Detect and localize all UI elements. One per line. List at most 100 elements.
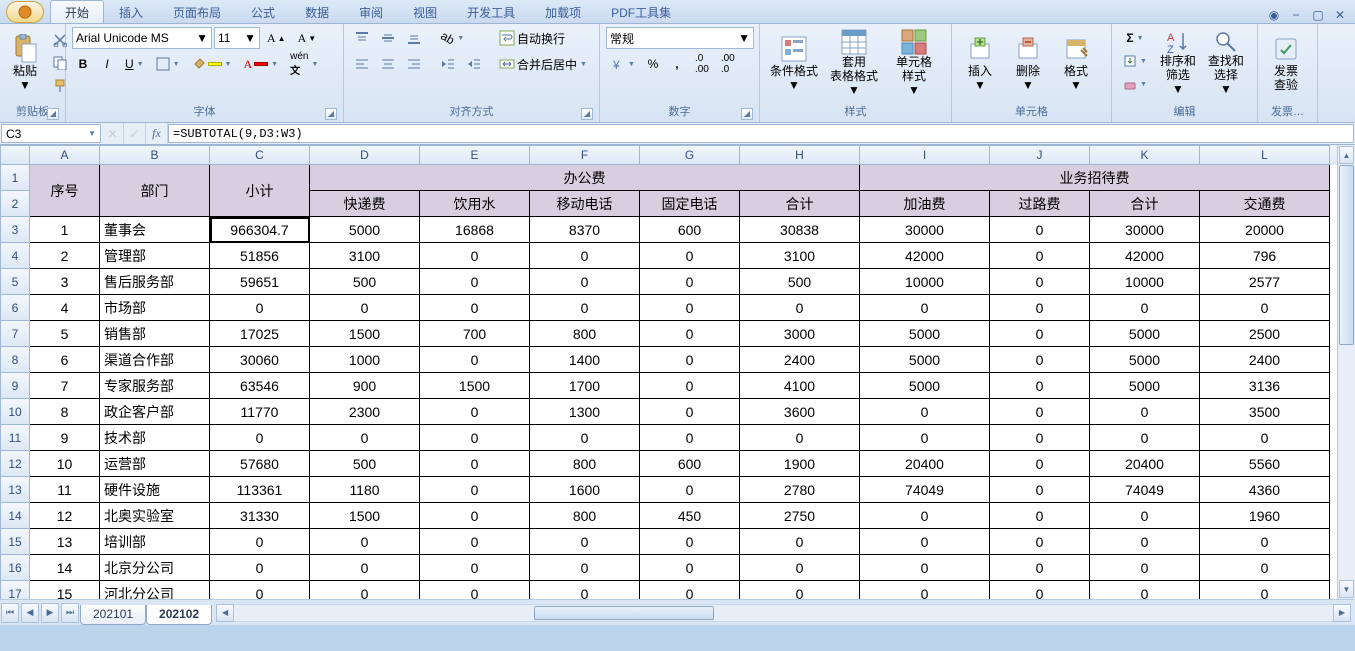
header-C[interactable]: 小计	[210, 165, 310, 217]
cell-K11[interactable]: 0	[1090, 425, 1200, 451]
cell-B9[interactable]: 专家服务部	[100, 373, 210, 399]
cell-H16[interactable]: 0	[740, 555, 860, 581]
cell-F7[interactable]: 800	[530, 321, 640, 347]
cell-E5[interactable]: 0	[420, 269, 530, 295]
cell-C5[interactable]: 59651	[210, 269, 310, 295]
menu-tab-6[interactable]: 视图	[398, 0, 452, 23]
fx-button[interactable]: fx	[146, 123, 168, 144]
cell-A5[interactable]: 3	[30, 269, 100, 295]
cell-D11[interactable]: 0	[310, 425, 420, 451]
header-G[interactable]: 固定电话	[640, 191, 740, 217]
cell-C13[interactable]: 113361	[210, 477, 310, 503]
menu-tab-7[interactable]: 开发工具	[452, 0, 530, 23]
cell-G14[interactable]: 450	[640, 503, 740, 529]
cell-K13[interactable]: 74049	[1090, 477, 1200, 503]
cell-K8[interactable]: 5000	[1090, 347, 1200, 373]
cell-G16[interactable]: 0	[640, 555, 740, 581]
cell-B17[interactable]: 河北分公司	[100, 581, 210, 599]
row-header-9[interactable]: 9	[0, 373, 30, 399]
cell-C17[interactable]: 0	[210, 581, 310, 599]
cell-E13[interactable]: 0	[420, 477, 530, 503]
office-button[interactable]	[6, 1, 44, 23]
row-header-7[interactable]: 7	[0, 321, 30, 347]
cell-D17[interactable]: 0	[310, 581, 420, 599]
cell-I16[interactable]: 0	[860, 555, 990, 581]
hscroll-thumb[interactable]	[534, 606, 714, 620]
header-entertain[interactable]: 业务招待费	[860, 165, 1330, 191]
col-header-H[interactable]: H	[740, 145, 860, 165]
cell-G17[interactable]: 0	[640, 581, 740, 599]
conditional-format-button[interactable]: 条件格式▼	[766, 27, 822, 99]
cell-L7[interactable]: 2500	[1200, 321, 1330, 347]
increase-decimal-button[interactable]: .0.00	[690, 53, 714, 75]
col-header-A[interactable]: A	[30, 145, 100, 165]
cell-G7[interactable]: 0	[640, 321, 740, 347]
enter-formula-button[interactable]: ✓	[124, 123, 146, 144]
cell-A6[interactable]: 4	[30, 295, 100, 321]
cell-E15[interactable]: 0	[420, 529, 530, 555]
header-F[interactable]: 移动电话	[530, 191, 640, 217]
cell-L10[interactable]: 3500	[1200, 399, 1330, 425]
cell-E7[interactable]: 700	[420, 321, 530, 347]
cell-E9[interactable]: 1500	[420, 373, 530, 399]
row-header-12[interactable]: 12	[0, 451, 30, 477]
cell-H4[interactable]: 3100	[740, 243, 860, 269]
wrap-text-button[interactable]: 自动换行	[494, 27, 610, 49]
cell-D5[interactable]: 500	[310, 269, 420, 295]
underline-button[interactable]: U▼	[120, 53, 149, 75]
cell-F12[interactable]: 800	[530, 451, 640, 477]
cell-F6[interactable]: 0	[530, 295, 640, 321]
row-header-14[interactable]: 14	[0, 503, 30, 529]
cell-L6[interactable]: 0	[1200, 295, 1330, 321]
cell-D10[interactable]: 2300	[310, 399, 420, 425]
cell-B12[interactable]: 运营部	[100, 451, 210, 477]
cell-B6[interactable]: 市场部	[100, 295, 210, 321]
cell-D15[interactable]: 0	[310, 529, 420, 555]
header-I[interactable]: 加油费	[860, 191, 990, 217]
cell-K7[interactable]: 5000	[1090, 321, 1200, 347]
cell-H14[interactable]: 2750	[740, 503, 860, 529]
insert-cells-button[interactable]: 插入▼	[958, 27, 1002, 99]
cell-G4[interactable]: 0	[640, 243, 740, 269]
cell-F15[interactable]: 0	[530, 529, 640, 555]
cell-C9[interactable]: 63546	[210, 373, 310, 399]
cell-I4[interactable]: 42000	[860, 243, 990, 269]
cell-I11[interactable]: 0	[860, 425, 990, 451]
fill-button[interactable]: ▼	[1118, 50, 1152, 72]
header-K[interactable]: 合计	[1090, 191, 1200, 217]
cell-L16[interactable]: 0	[1200, 555, 1330, 581]
cell-A16[interactable]: 14	[30, 555, 100, 581]
cell-B15[interactable]: 培训部	[100, 529, 210, 555]
align-top-button[interactable]	[350, 27, 374, 49]
align-right-button[interactable]	[402, 53, 426, 75]
cell-A17[interactable]: 15	[30, 581, 100, 599]
menu-tab-3[interactable]: 公式	[236, 0, 290, 23]
cell-J8[interactable]: 0	[990, 347, 1090, 373]
formula-input[interactable]: =SUBTOTAL(9,D3:W3)	[168, 124, 1354, 143]
align-left-button[interactable]	[350, 53, 374, 75]
cancel-formula-button[interactable]: ✕	[102, 123, 124, 144]
cell-H3[interactable]: 30838	[740, 217, 860, 243]
cell-E6[interactable]: 0	[420, 295, 530, 321]
row-header-4[interactable]: 4	[0, 243, 30, 269]
cell-K5[interactable]: 10000	[1090, 269, 1200, 295]
cell-F8[interactable]: 1400	[530, 347, 640, 373]
cell-G10[interactable]: 0	[640, 399, 740, 425]
cell-F4[interactable]: 0	[530, 243, 640, 269]
cell-J15[interactable]: 0	[990, 529, 1090, 555]
header-J[interactable]: 过路费	[990, 191, 1090, 217]
cell-A11[interactable]: 9	[30, 425, 100, 451]
cell-G8[interactable]: 0	[640, 347, 740, 373]
scroll-left-arrow[interactable]: ◀	[216, 604, 234, 622]
format-as-table-button[interactable]: 套用 表格格式▼	[826, 27, 882, 99]
cell-L4[interactable]: 796	[1200, 243, 1330, 269]
number-format-combo[interactable]: 常规▼	[606, 27, 754, 49]
cell-F5[interactable]: 0	[530, 269, 640, 295]
comma-button[interactable]: ,	[666, 53, 688, 75]
cell-I8[interactable]: 5000	[860, 347, 990, 373]
vertical-scrollbar[interactable]: ▲ ▼	[1337, 145, 1355, 599]
cell-I14[interactable]: 0	[860, 503, 990, 529]
scroll-down-arrow[interactable]: ▼	[1339, 580, 1354, 598]
name-box[interactable]: C3 ▼	[1, 124, 101, 143]
find-select-button[interactable]: 查找和 选择▼	[1204, 27, 1248, 99]
